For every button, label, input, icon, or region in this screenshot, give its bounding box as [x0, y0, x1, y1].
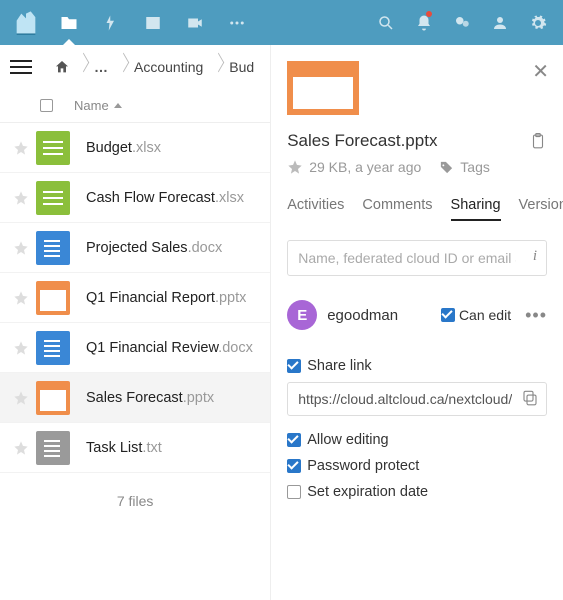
close-panel-button[interactable]: ✕: [532, 59, 549, 84]
sort-asc-icon: [113, 101, 123, 111]
favorite-star-icon[interactable]: [6, 340, 36, 356]
tab-activities[interactable]: Activities: [287, 197, 344, 221]
favorite-star-icon[interactable]: [6, 290, 36, 306]
share-link-url[interactable]: [287, 382, 547, 416]
clipboard-icon[interactable]: [529, 132, 547, 150]
password-protect-label: Password protect: [307, 458, 419, 474]
breadcrumb: … Accounting Bud: [0, 45, 270, 89]
copy-link-icon[interactable]: [521, 389, 539, 407]
checkbox-checked-icon: [287, 433, 301, 447]
file-type-icon: [36, 231, 70, 265]
can-edit-label: Can edit: [459, 307, 511, 323]
file-type-icon: [36, 281, 70, 315]
checkbox-unchecked-icon: [287, 485, 301, 499]
select-all-checkbox[interactable]: [18, 99, 74, 112]
file-type-icon: [36, 181, 70, 215]
file-name: Q1 Financial Review.docx: [86, 340, 253, 356]
breadcrumb-separator: [76, 53, 86, 81]
sharee-name: egoodman: [327, 307, 431, 324]
checkbox-checked-icon: [287, 359, 301, 373]
file-count: 7 files: [0, 473, 270, 529]
users-icon[interactable]: [483, 0, 517, 45]
file-meta: 29 KB, a year ago: [309, 159, 421, 175]
topbar: [0, 0, 563, 45]
tab-versions[interactable]: Versions: [519, 197, 563, 221]
favorite-star-icon[interactable]: [6, 240, 36, 256]
sharee-row: E egoodman Can edit •••: [287, 300, 547, 330]
expiration-label: Set expiration date: [307, 484, 428, 500]
allow-editing-label: Allow editing: [307, 432, 388, 448]
app-logo[interactable]: [8, 5, 44, 41]
checkbox-checked-icon: [441, 308, 455, 322]
more-apps-icon[interactable]: [218, 0, 256, 45]
info-icon[interactable]: i: [533, 248, 537, 265]
file-row[interactable]: Budget.xlsx: [0, 123, 270, 173]
video-app-icon[interactable]: [176, 0, 214, 45]
notifications-icon[interactable]: [407, 0, 441, 45]
breadcrumb-separator: [116, 53, 126, 81]
gallery-app-icon[interactable]: [134, 0, 172, 45]
tab-sharing[interactable]: Sharing: [451, 197, 501, 221]
breadcrumb-overflow[interactable]: …: [88, 59, 114, 75]
breadcrumb-separator: [211, 53, 221, 81]
details-panel: ✕ Sales Forecast.pptx 29 KB, a year ago …: [271, 45, 563, 600]
share-link-checkbox[interactable]: Share link: [287, 358, 547, 374]
file-type-icon: [36, 331, 70, 365]
sharee-avatar: E: [287, 300, 317, 330]
sort-by-name[interactable]: Name: [74, 98, 123, 113]
checkbox-checked-icon: [287, 459, 301, 473]
column-name-label: Name: [74, 98, 109, 113]
file-type-icon: [36, 131, 70, 165]
expiration-date-checkbox[interactable]: Set expiration date: [287, 484, 547, 500]
tags-label[interactable]: Tags: [460, 159, 490, 175]
menu-toggle-icon[interactable]: [10, 56, 32, 78]
allow-editing-checkbox[interactable]: Allow editing: [287, 432, 547, 448]
file-name: Sales Forecast.pptx: [86, 390, 214, 406]
file-name: Q1 Financial Report.pptx: [86, 290, 246, 306]
list-header: Name: [0, 89, 270, 123]
file-name: Budget.xlsx: [86, 140, 161, 156]
contacts-icon[interactable]: [445, 0, 479, 45]
share-link-label: Share link: [307, 358, 371, 374]
password-protect-checkbox[interactable]: Password protect: [287, 458, 547, 474]
can-edit-checkbox[interactable]: Can edit: [441, 307, 511, 323]
panel-tabs: Activities Comments Sharing Versions: [287, 197, 547, 222]
file-name: Projected Sales.docx: [86, 240, 222, 256]
file-name: Cash Flow Forecast.xlsx: [86, 190, 244, 206]
settings-icon[interactable]: [521, 0, 555, 45]
file-list-pane: … Accounting Bud Name Budget.xlsx Cash Fl…: [0, 45, 271, 600]
file-row[interactable]: Q1 Financial Review.docx: [0, 323, 270, 373]
favorite-star-icon[interactable]: [6, 190, 36, 206]
search-icon[interactable]: [369, 0, 403, 45]
favorite-star-icon[interactable]: [6, 140, 36, 156]
breadcrumb-folder[interactable]: Accounting: [128, 59, 209, 75]
file-row[interactable]: Q1 Financial Report.pptx: [0, 273, 270, 323]
files-app-icon[interactable]: [50, 0, 88, 45]
panel-file-title: Sales Forecast.pptx: [287, 131, 437, 151]
sharee-more-icon[interactable]: •••: [525, 305, 547, 326]
file-type-icon: [36, 431, 70, 465]
notification-badge: [426, 11, 432, 17]
share-with-input[interactable]: [287, 240, 547, 276]
favorite-star-icon[interactable]: [6, 440, 36, 456]
tags-icon[interactable]: [439, 160, 454, 175]
file-row[interactable]: Projected Sales.docx: [0, 223, 270, 273]
file-row[interactable]: Task List.txt: [0, 423, 270, 473]
activity-app-icon[interactable]: [92, 0, 130, 45]
file-type-icon: [36, 381, 70, 415]
file-thumbnail: [287, 61, 359, 115]
breadcrumb-home[interactable]: [50, 59, 74, 75]
breadcrumb-folder[interactable]: Bud: [223, 59, 260, 75]
file-row[interactable]: Sales Forecast.pptx: [0, 373, 270, 423]
file-name: Task List.txt: [86, 440, 162, 456]
favorite-star-icon[interactable]: [287, 159, 303, 175]
favorite-star-icon[interactable]: [6, 390, 36, 406]
file-row[interactable]: Cash Flow Forecast.xlsx: [0, 173, 270, 223]
tab-comments[interactable]: Comments: [362, 197, 432, 221]
